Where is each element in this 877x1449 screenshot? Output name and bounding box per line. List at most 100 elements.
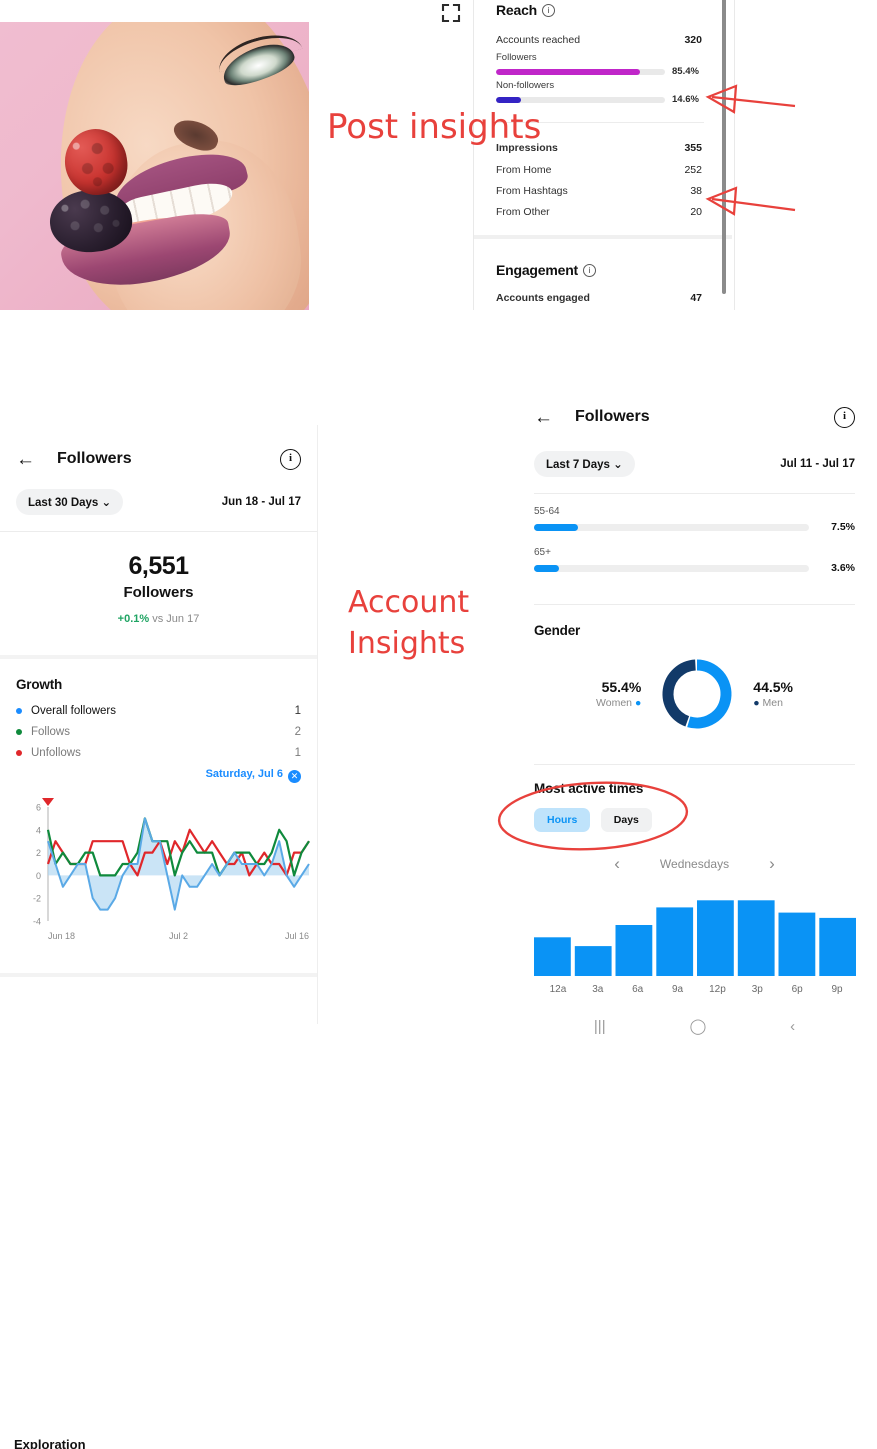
svg-text:Jun 18: Jun 18 bbox=[48, 931, 75, 941]
reach-bar-followers-fill bbox=[496, 68, 641, 75]
age-row-55-64-label: 55-64 bbox=[534, 506, 560, 517]
gender-title: Gender bbox=[534, 623, 581, 638]
growth-row-follows: Follows 2 bbox=[16, 726, 301, 738]
growth-row-follows-value: 2 bbox=[294, 726, 301, 738]
accounts-reached-label: Accounts reached bbox=[496, 34, 581, 46]
engagement-section-title: Engagement i bbox=[496, 262, 597, 280]
most-active-bar-chart[interactable]: 12a 3a 6a 9a 12p 3p 6p 9p bbox=[534, 888, 861, 995]
followers-right-card: ← Followers i Last 7 Days ⌄ Jul 11 - Jul… bbox=[512, 385, 877, 1035]
legend-dot-men-icon: ● bbox=[753, 697, 760, 709]
annotation-arrow-nonfollowers bbox=[705, 84, 796, 114]
vertical-scrollbar[interactable] bbox=[722, 0, 726, 294]
annotation-account-line2: Insights bbox=[348, 625, 466, 661]
hour-axis-label: 3a bbox=[592, 984, 604, 995]
recents-icon[interactable]: ||| bbox=[594, 1018, 606, 1035]
section-gap-divider bbox=[474, 235, 732, 239]
svg-text:0: 0 bbox=[36, 871, 41, 881]
age-row-65plus: 65+ 3.6% bbox=[512, 533, 877, 574]
date-range: Jun 18 - Jul 17 bbox=[221, 496, 301, 508]
reach-info-icon[interactable]: i bbox=[542, 4, 556, 17]
day-label: Wednesdays bbox=[659, 857, 730, 871]
chevron-right-icon[interactable]: › bbox=[769, 854, 775, 874]
back-icon[interactable]: ← bbox=[534, 408, 553, 427]
followers-total-value: 6,551 bbox=[128, 552, 189, 580]
followers-delta-value: +0.1% bbox=[117, 613, 150, 625]
growth-line-chart[interactable]: 6 4 2 0 -2 -4 Jun 18 Jul 2 Jul 16 bbox=[8, 797, 311, 947]
expand-icon[interactable] bbox=[440, 2, 462, 24]
close-icon[interactable]: ✕ bbox=[288, 770, 301, 783]
age-row-65plus-pct: 3.6% bbox=[831, 562, 855, 574]
gender-section: Gender 55.4% Women ● 44.5% ● Men bbox=[512, 605, 877, 734]
legend-dot-women-icon: ● bbox=[634, 697, 642, 709]
android-nav-bar: ||| ◯ ‹ bbox=[512, 1017, 877, 1036]
annotation-account-insights: Account Insights bbox=[348, 583, 469, 664]
gender-men-label: Men bbox=[762, 697, 783, 709]
chevron-down-icon: ⌄ bbox=[613, 459, 623, 471]
growth-section: Growth Overall followers 1 Follows 2 Unf… bbox=[0, 659, 317, 783]
impressions-from-home-label: From Home bbox=[496, 164, 552, 176]
growth-row-overall-value: 1 bbox=[294, 705, 301, 717]
period-chip[interactable]: Last 7 Days ⌄ bbox=[534, 451, 635, 477]
impressions-from-other-row: From Other 20 bbox=[496, 206, 702, 218]
age-row-65plus-track bbox=[534, 564, 809, 572]
hour-axis-label: 3p bbox=[751, 984, 763, 995]
accounts-engaged-label: Accounts engaged bbox=[496, 292, 590, 304]
reach-bar-nonfollowers: Non-followers 14.6% bbox=[496, 80, 704, 105]
impressions-from-hashtags-row: From Hashtags 38 bbox=[496, 185, 702, 197]
reach-bar-nonfollowers-fill bbox=[496, 96, 521, 103]
growth-row-unfollows: Unfollows 1 bbox=[16, 747, 301, 759]
growth-row-follows-label: Follows bbox=[31, 726, 70, 738]
followers-total-block: 6,551 Followers +0.1% vs Jun 17 bbox=[0, 532, 317, 625]
reach-bar-followers-label: Followers bbox=[496, 52, 537, 63]
gender-men-legend: ● Men bbox=[753, 697, 793, 709]
followers-left-card: ← Followers i Last 30 Days ⌄ Jun 18 - Ju… bbox=[0, 425, 318, 1449]
info-icon[interactable]: i bbox=[834, 406, 855, 428]
hour-axis-label: 9p bbox=[831, 984, 843, 995]
back-icon[interactable]: ‹ bbox=[790, 1018, 795, 1035]
home-icon[interactable]: ◯ bbox=[689, 1017, 706, 1035]
hour-axis-label: 12a bbox=[549, 984, 567, 995]
impressions-from-home-value: 252 bbox=[684, 164, 702, 176]
svg-text:2: 2 bbox=[36, 848, 41, 858]
reach-section-title: Reach i bbox=[496, 2, 556, 20]
info-icon[interactable]: i bbox=[280, 448, 301, 470]
reach-bar-nonfollowers-track bbox=[496, 96, 665, 103]
impressions-value: 355 bbox=[684, 142, 702, 154]
svg-text:Jul 16: Jul 16 bbox=[285, 931, 309, 941]
followers-total-label: Followers bbox=[123, 584, 194, 601]
engagement-info-icon[interactable]: i bbox=[583, 264, 597, 277]
impressions-from-hashtags-label: From Hashtags bbox=[496, 185, 568, 197]
reach-bar-followers-track bbox=[496, 68, 665, 75]
chevron-left-icon[interactable]: ‹ bbox=[614, 854, 620, 874]
svg-text:-2: -2 bbox=[33, 894, 41, 904]
period-chip[interactable]: Last 30 Days ⌄ bbox=[16, 489, 124, 515]
gender-donut-row: 55.4% Women ● 44.5% ● Men bbox=[534, 654, 855, 734]
followers-left-filter-row: Last 30 Days ⌄ Jun 18 - Jul 17 bbox=[0, 481, 317, 515]
annotation-post-insights: Post insights bbox=[327, 107, 542, 147]
legend-dot-follows-icon bbox=[16, 729, 22, 735]
back-icon[interactable]: ← bbox=[16, 450, 35, 469]
svg-text:6: 6 bbox=[36, 803, 41, 813]
svg-text:-4: -4 bbox=[33, 917, 41, 927]
period-chip-label: Last 30 Days bbox=[28, 497, 99, 509]
bottom-section-title-cut: Exploration bbox=[14, 1437, 86, 1449]
accounts-engaged-value: 47 bbox=[690, 292, 702, 304]
selected-day-chip[interactable]: Saturday, Jul 6 ✕ bbox=[16, 768, 301, 783]
reach-bar-followers: Followers 85.4% bbox=[496, 52, 704, 77]
selected-day-label: Saturday, Jul 6 bbox=[205, 768, 283, 780]
followers-delta: +0.1% vs Jun 17 bbox=[0, 613, 317, 625]
annotation-arrow-hashtags bbox=[705, 186, 796, 216]
growth-row-overall-label: Overall followers bbox=[31, 705, 116, 717]
accounts-reached-value: 320 bbox=[684, 34, 702, 46]
post-photo bbox=[0, 22, 309, 310]
followers-left-header: ← Followers i bbox=[0, 437, 317, 481]
gender-donut-chart bbox=[662, 659, 732, 729]
post-insights-card: Reach i Accounts reached 320 Followers 85… bbox=[473, 0, 735, 310]
gender-women-legend: Women ● bbox=[596, 697, 641, 709]
growth-row-unfollows-value: 1 bbox=[294, 747, 301, 759]
legend-dot-unfollows-icon bbox=[16, 750, 22, 756]
svg-text:4: 4 bbox=[36, 825, 41, 835]
accounts-engaged-row: Accounts engaged 47 bbox=[496, 292, 702, 304]
page-title: Followers bbox=[575, 408, 650, 425]
svg-text:Jul 2: Jul 2 bbox=[169, 931, 188, 941]
